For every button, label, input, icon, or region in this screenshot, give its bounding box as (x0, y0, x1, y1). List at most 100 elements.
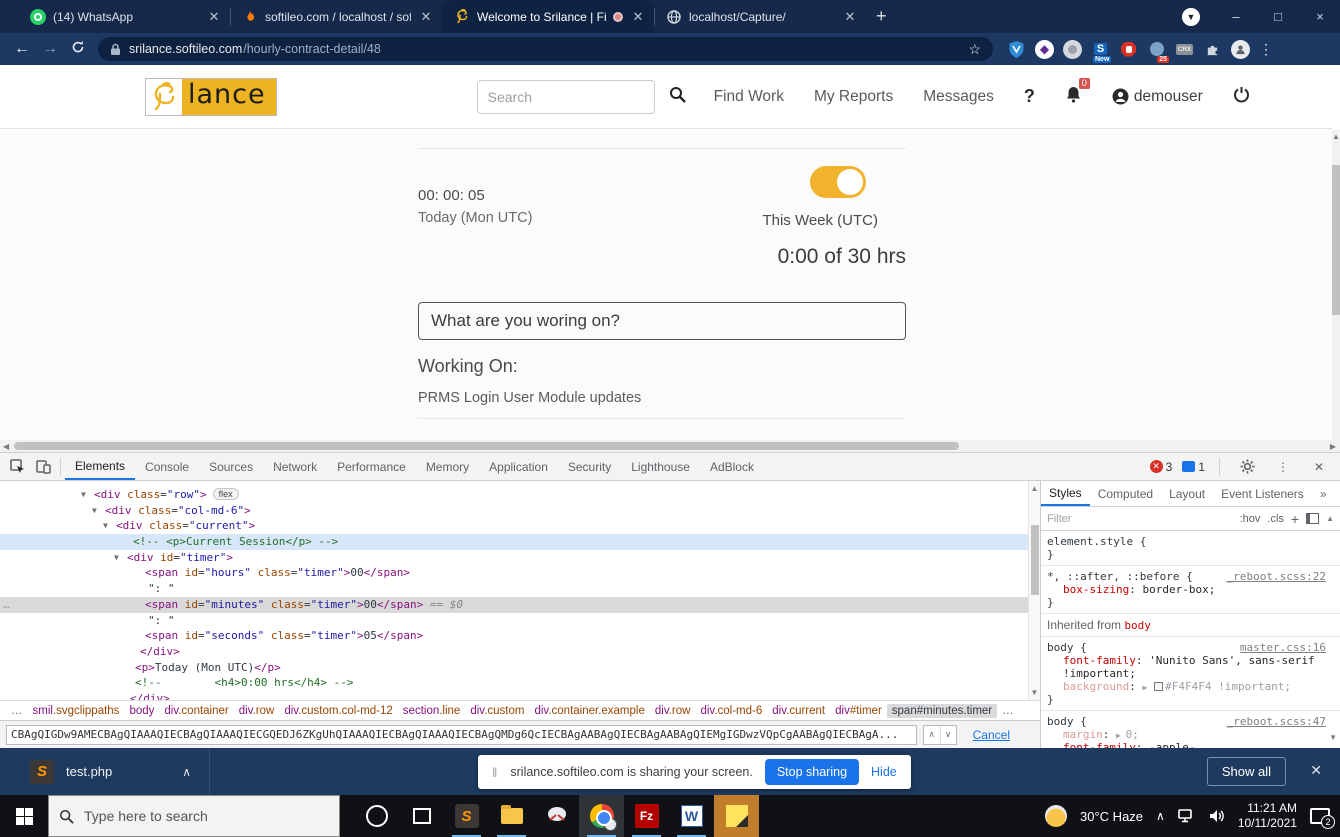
tab-close-icon[interactable]: ✕ (630, 9, 646, 25)
profile-avatar[interactable] (1231, 39, 1250, 59)
expand-arrow-icon[interactable]: ▼ (114, 550, 119, 566)
breadcrumb-item[interactable]: section.line (398, 704, 466, 718)
devtools-menu-icon[interactable]: ⋮ (1270, 454, 1296, 480)
devtools-tab-performance[interactable]: Performance (327, 454, 416, 479)
reload-button[interactable] (64, 40, 92, 59)
taskbar-clock[interactable]: 11:21 AM 10/11/2021 (1238, 801, 1297, 831)
back-button[interactable]: ← (8, 40, 36, 58)
expand-arrow-icon[interactable]: ▼ (92, 503, 97, 519)
browser-tab-2[interactable]: Welcome to Srilance | Find D✕ (442, 0, 654, 33)
styles-scroll-down[interactable]: ▼ (1329, 733, 1337, 742)
taskbar-sublime-icon[interactable]: S (444, 795, 489, 837)
breadcrumb-item[interactable]: body (124, 704, 159, 718)
network-icon[interactable] (1178, 809, 1196, 823)
purple-extension-icon[interactable]: ◆ (1035, 39, 1054, 59)
css-property[interactable]: font-family: -apple- (1047, 741, 1334, 748)
action-center-icon[interactable]: 2 (1310, 808, 1335, 829)
breadcrumb-item[interactable]: div.col-md-6 (695, 704, 767, 718)
inspect-element-icon[interactable] (4, 454, 30, 480)
find-cancel-link[interactable]: Cancel (973, 728, 1010, 742)
nav-messages[interactable]: Messages (923, 88, 994, 106)
find-previous-icon[interactable]: ∧ (924, 726, 940, 744)
breadcrumb-ellipsis[interactable]: … (997, 704, 1019, 718)
code-line[interactable]: </div> (0, 644, 1028, 660)
taskbar-search[interactable]: Type here to search (48, 795, 340, 837)
devtools-tab-console[interactable]: Console (135, 454, 199, 479)
weather-text[interactable]: 30°C Haze (1080, 809, 1143, 824)
breadcrumb-item[interactable]: div.custom.col-md-12 (279, 704, 397, 718)
style-rule[interactable]: body {master.css:16 font-family: 'Nunito … (1041, 637, 1340, 711)
devtools-tab-sources[interactable]: Sources (199, 454, 263, 479)
styles-filter-input[interactable] (1047, 512, 1233, 525)
code-line[interactable]: ▼ <div class="current"> (0, 518, 1028, 534)
console-error-badge[interactable]: ✕ 3 (1149, 460, 1172, 474)
elements-scrollbar[interactable]: ▲ ▼ (1028, 481, 1040, 700)
bookmark-star-icon[interactable]: ☆ (968, 41, 981, 58)
style-rule[interactable]: body {_reboot.scss:47 margin: ▶ 0; font-fa… (1041, 711, 1340, 748)
styles-tab-styles[interactable]: Styles (1041, 481, 1090, 506)
breadcrumb-item[interactable]: div.current (767, 704, 830, 718)
devtools-tab-elements[interactable]: Elements (65, 453, 136, 480)
browser-menu-icon[interactable]: ⋮ (1259, 41, 1273, 58)
code-line[interactable]: <!-- <h4>0:00 hrs</h4> --> (0, 675, 1028, 691)
code-line[interactable]: ▼ <div class="row"> flex (0, 487, 1028, 503)
breadcrumb-item[interactable]: div.row (650, 704, 696, 718)
search-icon[interactable] (669, 86, 686, 108)
styles-scroll-up[interactable]: ▲ (1326, 514, 1334, 523)
address-bar[interactable]: srilance.softileo.com/hourly-contract-de… (98, 37, 993, 61)
badge-25-extension-icon[interactable]: 25 (1147, 40, 1169, 63)
taskbar-explorer-icon[interactable] (489, 795, 534, 837)
srilance-logo[interactable]: lance (145, 77, 277, 116)
inherited-body-link[interactable]: body (1124, 619, 1151, 632)
code-line[interactable]: … <span id="minutes" class="timer">00</sp… (0, 596, 1028, 613)
stylesheet-source-link[interactable]: _reboot.scss:47 (1227, 715, 1326, 728)
puzzle-extensions-icon[interactable] (1203, 40, 1222, 59)
tab-close-icon[interactable]: ✕ (418, 9, 434, 25)
code-line[interactable]: </div> (0, 691, 1028, 700)
code-line[interactable]: ▼ <div id="timer"> (0, 550, 1028, 566)
taskbar-filezilla-icon[interactable]: Fz (624, 795, 669, 837)
task-view-button[interactable] (399, 795, 444, 837)
style-rule[interactable]: *, ::after, ::before {_reboot.scss:22 box… (1041, 566, 1340, 614)
find-next-icon[interactable]: ∨ (939, 725, 956, 744)
devtools-tab-memory[interactable]: Memory (416, 454, 479, 479)
devtools-tab-application[interactable]: Application (479, 454, 558, 479)
shield-extension-icon[interactable] (1007, 40, 1026, 59)
code-line[interactable]: ": " (0, 613, 1028, 629)
logout-power-icon[interactable] (1233, 86, 1250, 108)
breadcrumb-item[interactable]: div.container.example (529, 704, 649, 718)
site-search-input[interactable] (476, 79, 655, 114)
hide-sharing-link[interactable]: Hide (871, 765, 897, 779)
breadcrumb-item[interactable]: smil.svgclippaths (28, 704, 125, 718)
browser-tab-0[interactable]: (14) WhatsApp ✕ (18, 0, 230, 33)
s-extension-icon[interactable]: S New (1091, 40, 1112, 63)
task-input[interactable] (418, 302, 906, 340)
browser-tab-3[interactable]: localhost/Capture/✕ (654, 0, 866, 33)
styles-tab-computed[interactable]: Computed (1090, 482, 1161, 505)
sidebar-panel-icon[interactable] (1306, 513, 1320, 524)
start-button[interactable] (0, 795, 48, 837)
cortana-button[interactable] (354, 795, 399, 837)
browser-tab-1[interactable]: softileo.com / localhost / softileo✕ (230, 0, 442, 33)
help-button[interactable]: ? (1024, 86, 1035, 107)
flex-badge[interactable]: flex (212, 488, 239, 500)
maximize-button[interactable]: □ (1258, 0, 1298, 33)
style-rule[interactable]: element.style {} (1041, 531, 1340, 566)
breadcrumb-ellipsis[interactable]: … (6, 704, 28, 718)
code-line[interactable]: ▼ <div class="col-md-6"> (0, 503, 1028, 519)
stylesheet-source-link[interactable]: master.css:16 (1240, 641, 1326, 654)
new-tab-button[interactable]: + (876, 6, 887, 27)
cls-toggle[interactable]: .cls (1267, 513, 1284, 525)
css-property[interactable]: box-sizing: border-box; (1047, 583, 1334, 596)
nav-my-reports[interactable]: My Reports (814, 88, 893, 106)
breadcrumb-item[interactable]: div.row (234, 704, 280, 718)
stop-sharing-button[interactable]: Stop sharing (764, 759, 860, 785)
close-window-button[interactable]: × (1300, 0, 1340, 33)
user-menu[interactable]: demouser (1112, 88, 1203, 106)
expand-arrow-icon[interactable]: ▼ (81, 487, 86, 503)
styles-tab-layout[interactable]: Layout (1161, 482, 1213, 505)
hov-toggle[interactable]: :hov (1240, 513, 1261, 525)
color-swatch[interactable] (1154, 682, 1164, 691)
css-property[interactable]: background: ▶ #F4F4F4 !important; (1047, 680, 1334, 693)
code-line[interactable]: <span id="hours" class="timer">00</span> (0, 565, 1028, 581)
